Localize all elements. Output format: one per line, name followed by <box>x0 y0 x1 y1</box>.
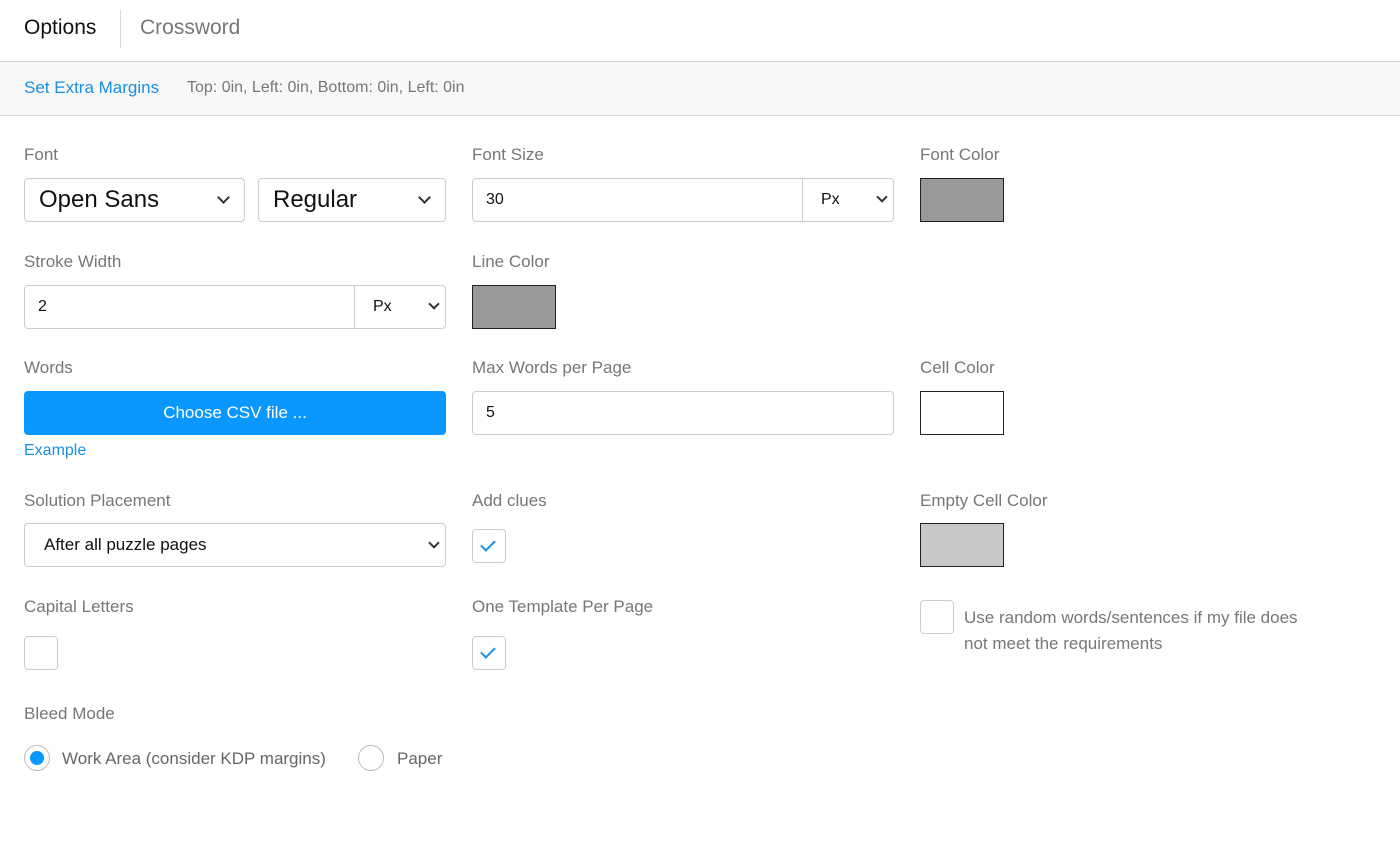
chevron-down-icon <box>428 537 440 549</box>
empty-cell-color-label: Empty Cell Color <box>920 491 1048 510</box>
stroke-width-input[interactable]: 2 Px <box>24 285 446 329</box>
check-icon <box>480 643 496 659</box>
stroke-width-label: Stroke Width <box>24 252 122 271</box>
random-words-label: Use random words/sentences if my file do… <box>964 608 1298 653</box>
add-clues-label: Add clues <box>472 491 547 510</box>
solution-placement-label: Solution Placement <box>24 491 171 510</box>
one-template-label: One Template Per Page <box>472 597 654 616</box>
font-size-value: 30 <box>486 191 504 208</box>
stroke-width-unit-select[interactable]: Px <box>373 286 392 328</box>
font-size-unit-select[interactable]: Px <box>821 179 840 221</box>
max-words-label: Max Words per Page <box>472 358 632 377</box>
line-color-swatch[interactable] <box>472 285 556 329</box>
random-words-checkbox[interactable] <box>920 600 954 634</box>
capital-letters-checkbox[interactable] <box>24 636 58 670</box>
line-color-label: Line Color <box>472 252 550 271</box>
one-template-checkbox[interactable] <box>472 636 506 670</box>
bleed-mode-label: Bleed Mode <box>24 704 115 723</box>
bleed-paper-radio[interactable] <box>358 745 384 771</box>
tab-bar: Options Crossword <box>0 0 1400 62</box>
font-weight-value: Regular <box>273 186 358 213</box>
tab-options[interactable]: Options <box>24 14 96 42</box>
margins-bar: Set Extra Margins Top: 0in, Left: 0in, B… <box>0 62 1400 116</box>
font-color-label: Font Color <box>920 145 1000 164</box>
tab-divider <box>120 10 121 48</box>
chevron-down-icon <box>428 298 440 310</box>
words-label: Words <box>24 358 73 377</box>
chevron-down-icon <box>418 191 431 204</box>
font-weight-select[interactable]: Regular <box>258 178 446 222</box>
solution-placement-select[interactable]: After all puzzle pages <box>24 523 446 567</box>
stroke-width-value: 2 <box>38 298 47 315</box>
font-label: Font <box>24 145 59 164</box>
add-clues-checkbox[interactable] <box>472 529 506 563</box>
set-extra-margins-link[interactable]: Set Extra Margins <box>24 78 159 98</box>
cell-color-label: Cell Color <box>920 358 995 377</box>
bleed-paper-label[interactable]: Paper <box>397 748 442 770</box>
choose-csv-button[interactable]: Choose CSV file ... <box>24 391 446 435</box>
cell-color-swatch[interactable] <box>920 391 1004 435</box>
chevron-down-icon <box>876 191 888 203</box>
font-size-label: Font Size <box>472 145 544 164</box>
font-family-select[interactable]: Open Sans <box>24 178 245 222</box>
font-family-value: Open Sans <box>39 186 160 213</box>
chevron-down-icon <box>217 191 230 204</box>
font-size-input[interactable]: 30 Px <box>472 178 894 222</box>
solution-placement-value: After all puzzle pages <box>44 535 207 554</box>
example-link[interactable]: Example <box>24 442 86 460</box>
check-icon <box>480 536 496 552</box>
margins-info: Top: 0in, Left: 0in, Bottom: 0in, Left: … <box>187 79 465 96</box>
max-words-value: 5 <box>486 404 495 421</box>
max-words-input[interactable]: 5 <box>472 391 894 435</box>
capital-letters-label: Capital Letters <box>24 597 134 616</box>
bleed-work-area-label[interactable]: Work Area (consider KDP margins) <box>62 748 326 770</box>
radio-selected-dot <box>30 751 44 765</box>
tab-crossword[interactable]: Crossword <box>140 14 240 42</box>
font-color-swatch[interactable] <box>920 178 1004 222</box>
bleed-work-area-radio[interactable] <box>24 745 50 771</box>
empty-cell-color-swatch[interactable] <box>920 523 1004 567</box>
